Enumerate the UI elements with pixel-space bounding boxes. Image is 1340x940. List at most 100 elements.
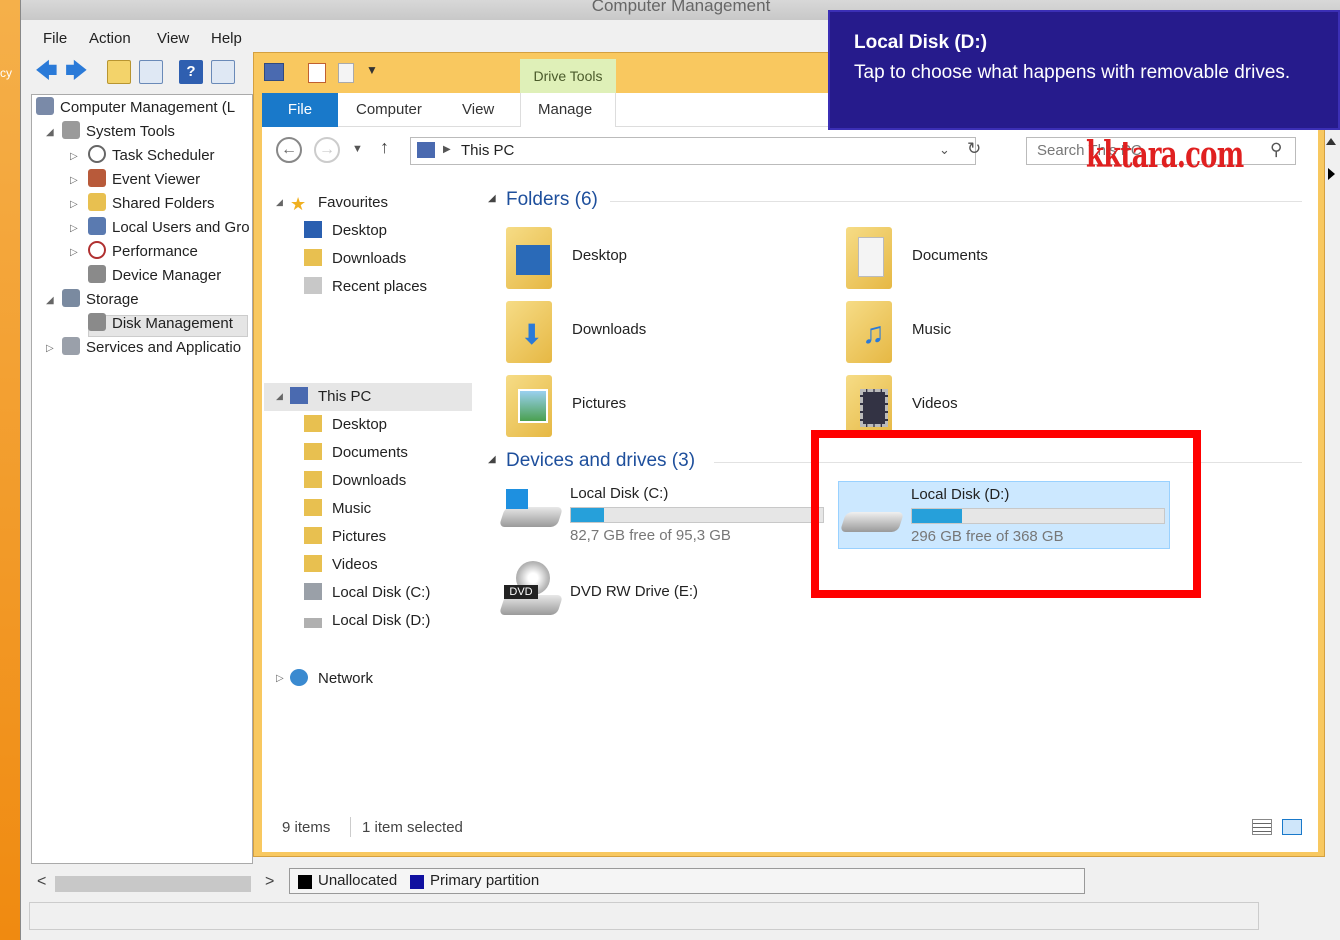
nav-item-favourites[interactable]: ★ Favourites bbox=[290, 191, 388, 215]
menu-view[interactable]: View bbox=[157, 30, 189, 47]
folder-label: Videos bbox=[912, 395, 958, 412]
up-folder-icon[interactable] bbox=[107, 60, 131, 84]
status-item-count: 9 items bbox=[282, 819, 331, 836]
collapsed-arrow-icon[interactable]: ▷ bbox=[70, 199, 78, 210]
new-folder-icon[interactable] bbox=[338, 63, 354, 83]
expanded-arrow-icon[interactable]: ◢ bbox=[46, 295, 54, 306]
tab-file[interactable]: File bbox=[262, 93, 338, 127]
nav-item-network[interactable]: Network bbox=[290, 667, 373, 691]
drive-name: Local Disk (C:) bbox=[570, 485, 669, 502]
search-icon[interactable]: ⚲ bbox=[1270, 140, 1282, 160]
menu-file[interactable]: File bbox=[43, 30, 67, 47]
performance-icon bbox=[88, 241, 106, 259]
folder-downloads[interactable]: ⬇ Downloads bbox=[506, 301, 806, 371]
nav-item-pc-downloads[interactable]: Downloads bbox=[304, 469, 406, 493]
customize-qat-icon[interactable]: ▼ bbox=[366, 63, 378, 77]
recent-locations-icon[interactable]: ▼ bbox=[352, 143, 363, 155]
expanded-arrow-icon[interactable]: ◢ bbox=[276, 391, 283, 402]
folder-icon bbox=[846, 227, 892, 289]
nav-item-local-disk-c[interactable]: Local Disk (C:) bbox=[304, 581, 430, 605]
drive-local-c[interactable]: Local Disk (C:) 82,7 GB free of 95,3 GB bbox=[498, 481, 830, 549]
folder-music[interactable]: ♫ Music bbox=[846, 301, 1146, 371]
breadcrumb-chevron-icon[interactable]: ▶ bbox=[443, 144, 451, 155]
nav-item-pc-documents[interactable]: Documents bbox=[304, 441, 408, 465]
folder-desktop[interactable]: Desktop bbox=[506, 227, 806, 297]
tree-horizontal-scrollbar[interactable]: < > bbox=[31, 872, 283, 894]
show-hide-tree-icon[interactable] bbox=[139, 60, 163, 84]
scrollbar-thumb[interactable] bbox=[55, 876, 251, 892]
details-view-icon[interactable] bbox=[1252, 819, 1272, 835]
tree-item-task-scheduler[interactable]: Task Scheduler bbox=[88, 145, 215, 167]
collapsed-arrow-icon[interactable]: ▷ bbox=[46, 343, 54, 354]
folders-header[interactable]: Folders (6) bbox=[506, 189, 598, 211]
contextual-tab-drive-tools: Drive Tools bbox=[520, 59, 616, 93]
collapsed-arrow-icon[interactable]: ▷ bbox=[70, 175, 78, 186]
scroll-up-arrow-icon[interactable] bbox=[1326, 138, 1336, 145]
status-selection: 1 item selected bbox=[362, 819, 463, 836]
tree-item-performance[interactable]: Performance bbox=[88, 241, 198, 263]
properties-icon[interactable] bbox=[211, 60, 235, 84]
folder-documents[interactable]: Documents bbox=[846, 227, 1146, 297]
tree-item-disk-management[interactable]: Disk Management bbox=[88, 313, 233, 335]
tree-item-event-viewer[interactable]: Event Viewer bbox=[88, 169, 200, 191]
tab-computer[interactable]: Computer bbox=[356, 101, 422, 118]
menu-action[interactable]: Action bbox=[89, 30, 131, 47]
nav-item-pc-music[interactable]: Music bbox=[304, 497, 371, 521]
folder-icon bbox=[506, 375, 552, 437]
tree-item-device-manager[interactable]: Device Manager bbox=[88, 265, 221, 287]
help-icon[interactable]: ? bbox=[179, 60, 203, 84]
collapse-folders-icon[interactable]: ◢ bbox=[488, 193, 496, 204]
up-arrow-icon[interactable]: ↑ bbox=[380, 137, 389, 158]
nav-item-fav-desktop[interactable]: Desktop bbox=[304, 219, 387, 243]
expanded-arrow-icon[interactable]: ◢ bbox=[46, 127, 54, 138]
nav-item-pc-pictures[interactable]: Pictures bbox=[304, 525, 386, 549]
tab-manage[interactable]: Manage bbox=[538, 101, 592, 118]
tab-view[interactable]: View bbox=[462, 101, 494, 118]
folder-pictures[interactable]: Pictures bbox=[506, 375, 806, 445]
tree-item-root[interactable]: Computer Management (L bbox=[36, 97, 235, 119]
tree-item-storage[interactable]: Storage bbox=[62, 289, 139, 311]
folder-label: Desktop bbox=[572, 247, 628, 264]
collapsed-arrow-icon[interactable]: ▷ bbox=[276, 673, 284, 684]
back-icon[interactable]: 🡄 bbox=[35, 60, 59, 84]
nav-item-pc-desktop[interactable]: Desktop bbox=[304, 413, 387, 437]
nav-item-pc-videos[interactable]: Videos bbox=[304, 553, 378, 577]
nav-label: Desktop bbox=[332, 416, 388, 433]
address-dropdown-icon[interactable]: ⌄ bbox=[939, 142, 950, 158]
forward-icon[interactable]: 🡆 bbox=[65, 60, 89, 84]
scroll-left-arrow[interactable]: < bbox=[37, 873, 46, 891]
expanded-arrow-icon[interactable]: ◢ bbox=[276, 197, 283, 208]
scroll-right-arrow[interactable]: > bbox=[265, 873, 274, 891]
tree-item-shared-folders[interactable]: Shared Folders bbox=[88, 193, 215, 215]
tree-item-local-users[interactable]: Local Users and Gro bbox=[88, 217, 250, 239]
folder-label: Downloads bbox=[572, 321, 647, 338]
refresh-icon[interactable]: ↻ bbox=[967, 139, 981, 159]
collapsed-arrow-icon[interactable]: ▷ bbox=[70, 223, 78, 234]
computer-icon[interactable] bbox=[264, 63, 284, 81]
properties-icon[interactable] bbox=[308, 63, 326, 83]
menu-help[interactable]: Help bbox=[211, 30, 242, 47]
folder-icon bbox=[506, 227, 552, 289]
nav-item-local-disk-d[interactable]: Local Disk (D:) bbox=[304, 609, 430, 633]
drive-dvd-e[interactable]: DVD DVD RW Drive (E:) bbox=[498, 561, 830, 629]
devices-header[interactable]: Devices and drives (3) bbox=[506, 450, 695, 472]
back-button[interactable]: ← bbox=[276, 137, 302, 163]
tree-item-system-tools[interactable]: System Tools bbox=[62, 121, 175, 143]
collapse-devices-icon[interactable]: ◢ bbox=[488, 454, 496, 465]
address-bar[interactable]: ▶ This PC ⌄ ↻ bbox=[410, 137, 981, 165]
nav-item-this-pc[interactable]: This PC bbox=[290, 385, 371, 409]
nav-item-fav-downloads[interactable]: Downloads bbox=[304, 247, 406, 271]
folder-icon: ⬇ bbox=[506, 301, 552, 363]
forward-button[interactable]: → bbox=[314, 137, 340, 163]
tree-label: Shared Folders bbox=[112, 195, 215, 212]
collapsed-arrow-icon[interactable]: ▷ bbox=[70, 247, 78, 258]
breadcrumb[interactable]: This PC bbox=[461, 142, 514, 159]
desktop-background bbox=[0, 0, 22, 940]
tree-item-services[interactable]: Services and Applicatio bbox=[62, 337, 241, 359]
large-icons-view-icon[interactable] bbox=[1282, 819, 1302, 835]
autoplay-notification[interactable]: Local Disk (D:) Tap to choose what happe… bbox=[828, 10, 1340, 130]
system-tools-icon bbox=[62, 121, 80, 139]
scroll-expand-arrow-icon[interactable] bbox=[1328, 168, 1335, 180]
nav-item-recent-places[interactable]: Recent places bbox=[304, 275, 427, 299]
collapsed-arrow-icon[interactable]: ▷ bbox=[70, 151, 78, 162]
